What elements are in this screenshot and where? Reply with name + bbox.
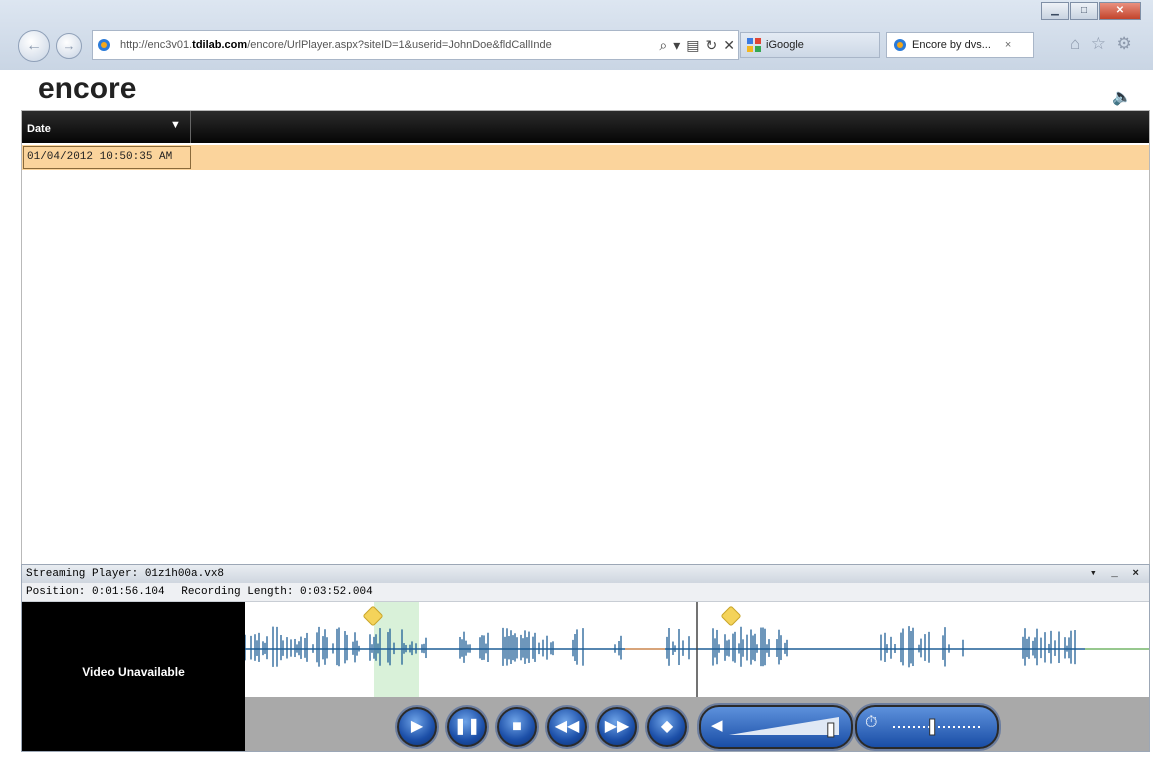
player-title: Streaming Player: 01z1h00a.vx8	[26, 568, 225, 580]
encore-logo: encore	[38, 72, 137, 105]
position-label: Position: 0:01:56.104	[26, 586, 165, 598]
encore-favicon-icon	[98, 39, 110, 51]
table-row[interactable]: 01/04/2012 10:50:35 AM	[22, 145, 1149, 170]
tab-close-icon[interactable]: ×	[1005, 39, 1011, 51]
back-button[interactable]: ←	[18, 30, 50, 62]
address-bar[interactable]: http://enc3v01.tdilab.com/encore/UrlPlay…	[92, 30, 739, 60]
stop-icon[interactable]: ✕	[720, 37, 738, 54]
encore-favicon-icon	[894, 39, 906, 51]
tab-label: Encore by dvs...	[912, 39, 991, 51]
rewind-button[interactable]: ◀◀	[547, 707, 587, 747]
url-path: /encore/UrlPlayer.aspx?siteID=1&userid=J…	[247, 39, 552, 51]
fast-forward-icon: ▶▶	[604, 718, 630, 735]
date-cell[interactable]: 01/04/2012 10:50:35 AM	[23, 146, 191, 169]
player-control-bar: ▶ ❚❚ ■ ◀◀ ▶▶ ◆ ◀ ⏱	[245, 697, 1149, 751]
recordings-grid: Date ▼ 01/04/2012 10:50:35 AM	[21, 110, 1150, 565]
url-domain: tdilab.com	[192, 39, 248, 51]
dropdown-icon[interactable]: ▾	[670, 37, 683, 54]
maximize-button[interactable]: □	[1070, 2, 1098, 20]
speed-slider-handle[interactable]	[929, 718, 936, 736]
volume-ramp	[729, 717, 839, 735]
search-icon[interactable]: ⌕	[656, 37, 670, 54]
rewind-icon: ◀◀	[554, 718, 580, 735]
play-icon: ▶	[410, 718, 424, 735]
player-window-controls[interactable]: ▾ _ ×	[1090, 565, 1143, 583]
filter-icon[interactable]: ▼	[170, 119, 181, 131]
volume-control[interactable]: ◀	[699, 705, 853, 749]
waveform-panel[interactable]	[244, 602, 1149, 697]
speed-slider[interactable]	[891, 715, 983, 739]
bookmark-tag-icon[interactable]	[721, 606, 741, 626]
video-unavailable-message: Video Unavailable	[82, 665, 185, 679]
column-header-date[interactable]: Date ▼	[22, 111, 191, 143]
player-info-bar: Position: 0:01:56.104 Recording Length: …	[22, 583, 1149, 602]
volume-speaker-icon: ◀	[711, 717, 723, 734]
toolbar-icons: ⌂ ☆ ⚙	[1064, 34, 1132, 54]
stop-button[interactable]: ■	[497, 707, 537, 747]
waveform-svg[interactable]	[244, 602, 1149, 697]
window-controls: ▁ □ ✕	[1040, 2, 1141, 20]
forward-arrow-icon: →	[62, 38, 76, 53]
forward-button[interactable]: →	[56, 33, 82, 59]
tab-encore[interactable]: Encore by dvs... ×	[886, 32, 1034, 58]
minimize-button[interactable]: ▁	[1041, 2, 1069, 20]
recording-length-label: Recording Length: 0:03:52.004	[181, 586, 373, 598]
tab-igoogle[interactable]: iGoogle	[740, 32, 880, 58]
pause-button[interactable]: ❚❚	[447, 707, 487, 747]
url-prefix: http://enc3v01.	[120, 39, 193, 51]
tag-icon: ◆	[660, 718, 674, 735]
grid-header: Date ▼	[22, 111, 1149, 143]
stopwatch-icon: ⏱	[865, 714, 878, 731]
player-title-bar: Streaming Player: 01z1h00a.vx8 ▾ _ ×	[22, 565, 1149, 583]
favorites-star-icon[interactable]: ☆	[1091, 34, 1106, 53]
close-window-button[interactable]: ✕	[1099, 2, 1141, 20]
home-icon[interactable]: ⌂	[1070, 34, 1080, 53]
streaming-player: Streaming Player: 01z1h00a.vx8 ▾ _ × Pos…	[21, 564, 1150, 752]
tab-label: iGoogle	[766, 39, 804, 51]
igoogle-favicon-icon	[747, 38, 761, 52]
browser-chrome: ▁ □ ✕ ← → http://enc3v01.tdilab.com/enco…	[0, 0, 1153, 70]
refresh-icon[interactable]: ↻	[703, 37, 721, 54]
back-arrow-icon: ←	[26, 37, 42, 54]
waveform-bursts	[244, 626, 1076, 668]
stop-icon: ■	[512, 718, 522, 735]
url-text[interactable]: http://enc3v01.tdilab.com/encore/UrlPlay…	[116, 39, 656, 51]
tag-button[interactable]: ◆	[647, 707, 687, 747]
fast-forward-button[interactable]: ▶▶	[597, 707, 637, 747]
column-header-label: Date	[27, 123, 51, 135]
settings-gear-icon[interactable]: ⚙	[1116, 34, 1131, 53]
video-panel: Video Unavailable	[22, 602, 245, 751]
volume-slider-handle[interactable]	[827, 722, 835, 738]
play-button[interactable]: ▶	[397, 707, 437, 747]
compat-view-icon[interactable]: ▤	[683, 37, 702, 54]
volume-slider[interactable]	[729, 713, 841, 741]
playback-speed-control[interactable]: ⏱	[855, 705, 999, 749]
pause-icon: ❚❚	[453, 718, 481, 735]
speaker-icon[interactable]: 🔈	[1112, 87, 1132, 107]
